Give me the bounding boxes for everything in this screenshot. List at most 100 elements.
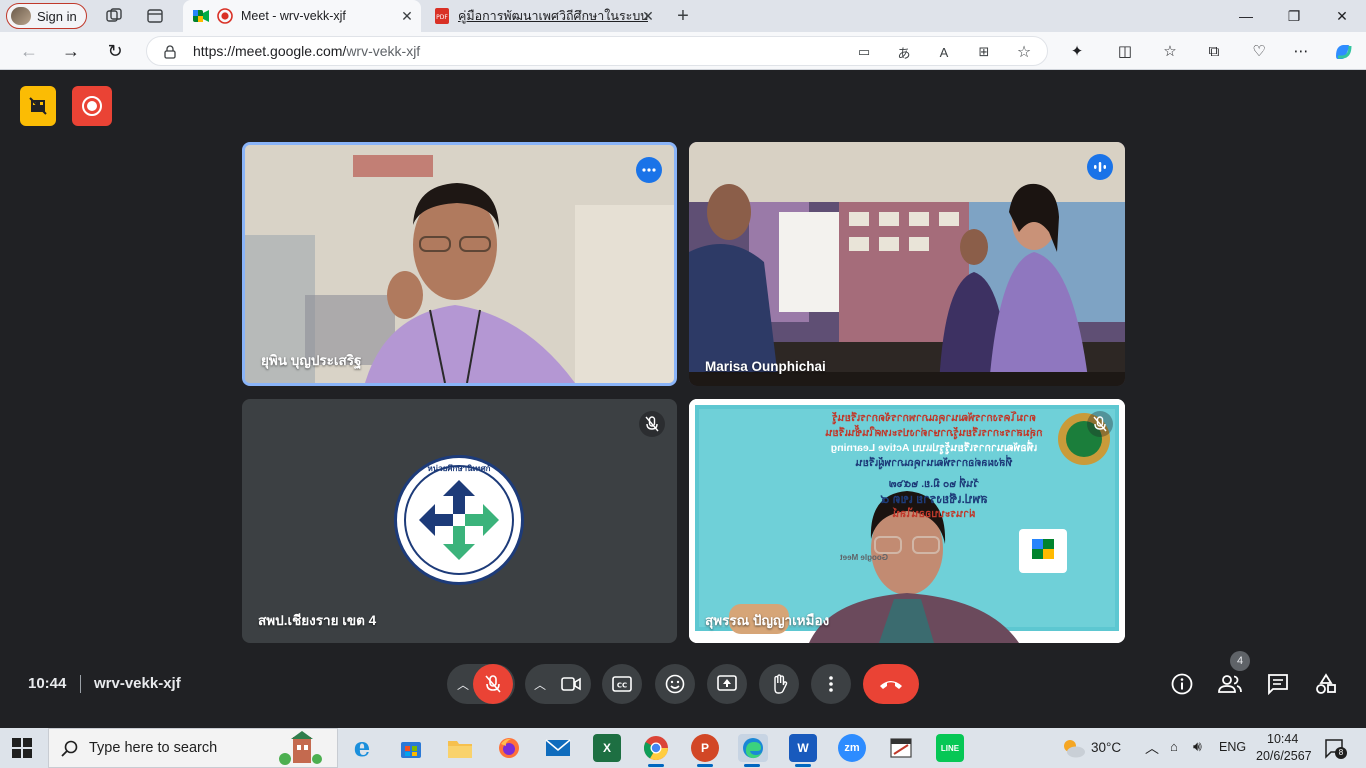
tab-meet[interactable]: Meet - wrv-vekk-xjf ✕ [183,0,421,32]
participant-tile[interactable]: ยุพิน บุญประเสริฐ [242,142,677,386]
new-tab-icon[interactable]: + [673,5,693,27]
taskbar-search-box[interactable]: Type here to search [48,728,338,768]
profile-signin-button[interactable]: Sign in [6,3,87,29]
search-highlight-illustration-icon [279,731,322,765]
weather-temp: 30°C [1091,740,1122,755]
participant-tile[interactable]: Marisa Ounphichai [689,142,1125,386]
recording-badge[interactable] [72,86,112,126]
file-explorer-icon[interactable] [446,734,474,762]
tab-close-icon[interactable]: ✕ [640,8,656,24]
organization-logo: หน่วยศึกษานิเทศก์ [394,455,524,585]
meeting-info-badge[interactable] [20,86,56,126]
clock-date[interactable]: 20/6/2567 [1256,749,1312,763]
notification-count-badge: 8 [1335,747,1347,759]
lock-icon[interactable] [161,43,179,61]
chrome-icon[interactable] [642,734,670,767]
weather-icon[interactable] [1060,737,1086,759]
people-button[interactable] [1216,670,1244,698]
recording-indicator-icon [217,8,233,24]
mail-icon[interactable] [544,734,572,762]
address-bar[interactable]: https://meet.google.com/wrv-vekk-xjf ▭ あ… [146,36,1048,66]
meeting-time: 10:44 [28,675,67,692]
minimize-icon[interactable]: — [1222,0,1270,32]
internet-explorer-icon[interactable]: e [348,733,376,763]
volume-icon[interactable]: 🔊︎ [1193,738,1202,755]
muted-mic-icon [639,411,665,437]
chevron-up-icon[interactable]: ︿ [457,676,469,693]
network-icon[interactable]: ⌂ [1170,739,1178,754]
browser-essentials-icon[interactable]: ♡ [1248,40,1270,62]
present-screen-icon [717,675,737,691]
clock-time[interactable]: 10:44 [1267,732,1298,746]
leave-call-button[interactable] [863,664,919,704]
tab-pdf[interactable]: PDF คู่มือการพัฒนาเพศวิถีศึกษาในระบบก ✕ [424,0,662,32]
google-meet-favicon-icon [193,8,209,24]
search-placeholder: Type here to search [89,740,218,756]
reactions-button[interactable] [655,664,695,704]
copilot-icon[interactable] [1332,40,1354,62]
participant-tile[interactable]: ตามโครงการพัฒนาคุณภาพการจัดการเรียนรู้ ก… [689,399,1125,643]
zoom-icon[interactable]: zm [838,734,866,762]
windows-start-icon[interactable] [12,738,32,758]
split-screen-icon[interactable]: ◫ [1114,40,1136,62]
input-language[interactable]: ENG [1219,740,1246,754]
meet-stage: ยุพิน บุญประเสริฐ Marisa Ounphichai หน่ว… [5,70,1361,725]
slide-line: กลุ่มสาระการเรียนรู้ภาษาต่างประเทศในชั้น… [825,427,1043,439]
participant-tile[interactable]: หน่วยศึกษานิเทศก์ สพป.เชียงราย เขต 4 [242,399,677,643]
profile-signin-label: Sign in [37,8,77,24]
participant-name: ยุพิน บุญประเสริฐ [261,353,362,368]
chat-button[interactable] [1264,670,1292,698]
activities-shapes-icon [1316,673,1336,694]
powerpoint-icon[interactable]: P [691,734,719,767]
present-screen-button[interactable] [707,664,747,704]
url-host: https://meet.google.com/ [193,43,347,59]
translate-icon[interactable]: あ [895,43,913,61]
firefox-icon[interactable] [495,734,523,762]
forward-icon[interactable]: → [60,40,82,62]
screenshot-tool-icon[interactable] [887,734,915,762]
back-icon[interactable]: ← [18,40,40,62]
arrows-emblem-icon [404,465,514,575]
mic-toggle-button[interactable] [473,664,513,704]
camera-toggle-button[interactable] [551,664,591,704]
line-messenger-icon[interactable]: LINE [936,734,964,762]
excel-icon[interactable]: X [593,734,621,762]
participant-name: Marisa Ounphichai [705,359,826,374]
more-options-button[interactable] [811,664,851,704]
recording-icon [82,96,102,116]
notifications-icon[interactable]: 8 [1325,739,1347,759]
slide-line: สพป.เชียงราย เขต ๔ [880,492,988,506]
settings-more-icon[interactable]: ⋯ [1290,40,1312,62]
tab-close-icon[interactable]: ✕ [399,8,415,24]
url-path: wrv-vekk-xjf [346,43,421,59]
tab-actions-icon[interactable] [145,6,165,26]
activities-button[interactable] [1312,670,1340,698]
read-aloud-icon[interactable]: A [935,43,953,61]
edge-icon[interactable] [738,734,768,767]
tray-overflow-icon[interactable]: ︿ [1145,738,1159,758]
camera-permission-icon[interactable]: ▭ [855,43,873,61]
slide-line: เพื่อพัฒนาการเรียนรู้รูปแบบ Active Learn… [830,442,1038,454]
app-available-icon[interactable]: ⊞ [975,43,993,61]
raise-hand-button[interactable] [759,664,799,704]
chat-icon [1268,674,1288,695]
chevron-up-icon[interactable]: ︿ [534,676,546,693]
people-icon [1218,675,1242,693]
extensions-icon[interactable]: ✦ [1066,40,1088,62]
favorite-star-icon[interactable]: ☆ [1015,43,1033,61]
captions-button[interactable]: CC [602,664,642,704]
emoji-icon [665,674,685,694]
microsoft-store-icon[interactable] [397,734,425,762]
collections-icon[interactable]: ⧉ [1203,40,1225,62]
speaking-indicator-icon [1087,154,1113,180]
refresh-icon[interactable]: ↻ [104,40,126,62]
more-options-icon[interactable] [636,157,662,183]
close-window-icon[interactable]: ✕ [1318,0,1366,32]
meeting-details-button[interactable] [1168,670,1196,698]
tab-meet-title: Meet - wrv-vekk-xjf [241,9,346,23]
restore-icon[interactable]: ❐ [1270,0,1318,32]
favorites-icon[interactable]: ☆ [1159,40,1181,62]
word-icon[interactable]: W [789,734,817,767]
browser-tab-bar: Sign in Meet - wrv-vekk-xjf ✕ PDF คู่มือ… [0,0,1366,32]
workspaces-icon[interactable] [104,6,124,26]
